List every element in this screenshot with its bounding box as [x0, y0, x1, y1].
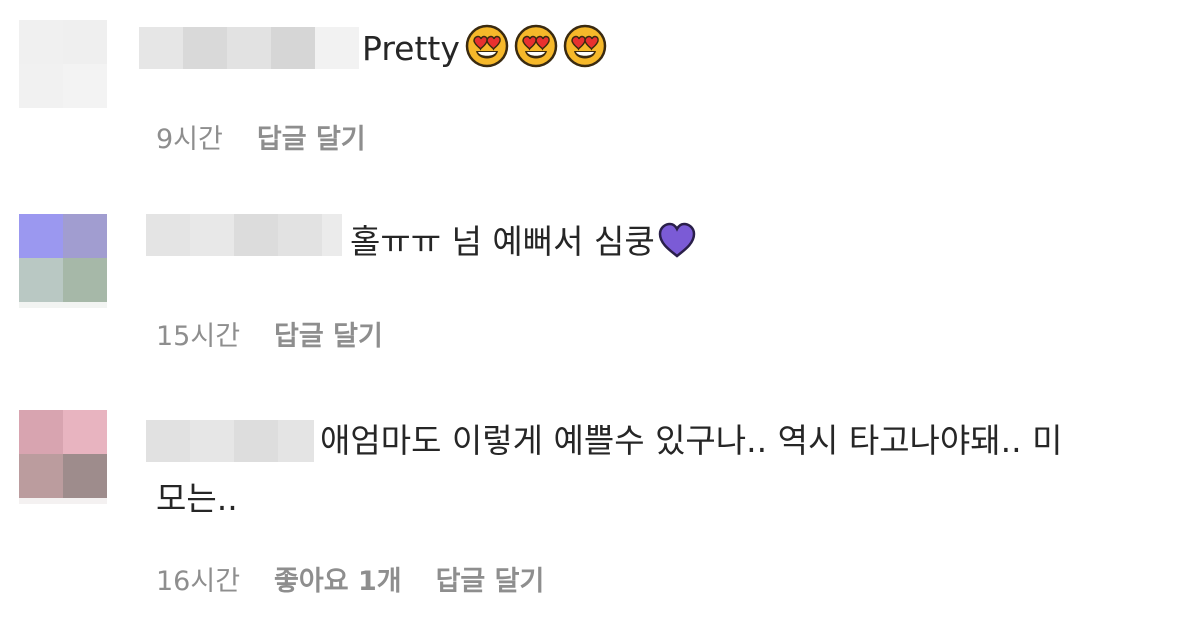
username-blurred[interactable]	[139, 27, 359, 69]
avatar-pixel	[63, 410, 107, 454]
avatar-shadow	[19, 498, 107, 504]
username-blurred[interactable]	[146, 214, 342, 256]
purple-heart-emoji-icon	[657, 221, 697, 259]
avatar-pixel	[63, 64, 107, 108]
avatar-pixel	[19, 20, 63, 64]
heart-eyes-emoji-icon	[563, 24, 607, 68]
timestamp[interactable]: 15시간	[156, 314, 240, 353]
avatar-pixel	[19, 64, 63, 108]
avatar-pixel	[63, 454, 107, 498]
comment-text-line2: 모는..	[156, 479, 238, 518]
avatar-pixel	[63, 20, 107, 64]
likes-count[interactable]: 좋아요 1개	[274, 559, 402, 598]
avatar[interactable]	[19, 410, 107, 504]
comment-meta: 15시간 답글 달기	[156, 314, 383, 353]
avatar-pixel	[63, 258, 107, 302]
heart-eyes-emoji-icon	[514, 24, 558, 68]
reply-button[interactable]: 답글 달기	[257, 117, 366, 156]
avatar-pixel	[63, 214, 107, 258]
reply-button[interactable]: 답글 달기	[274, 314, 383, 353]
timestamp[interactable]: 16시간	[156, 559, 240, 598]
avatar-pixel	[19, 410, 63, 454]
comment-text-body: Pretty	[362, 29, 460, 68]
avatar-pixel	[19, 214, 63, 258]
avatar[interactable]	[19, 20, 107, 108]
timestamp[interactable]: 9시간	[156, 117, 223, 156]
comment-text-line1: 애엄마도 이렇게 예쁠수 있구나.. 역시 타고나야돼.. 미	[320, 421, 1063, 460]
comment-text-body: 홀ㅠㅠ 넘 예뻐서 심쿵	[350, 222, 655, 261]
avatar-pixel	[19, 454, 63, 498]
heart-eyes-emoji-icon	[465, 24, 509, 68]
avatar-pixel	[19, 258, 63, 302]
comment-text: Pretty	[362, 20, 607, 78]
comment-meta: 9시간 답글 달기	[156, 117, 366, 156]
comment-text: 홀ㅠㅠ 넘 예뻐서 심쿵	[350, 213, 697, 271]
reply-button[interactable]: 답글 달기	[436, 559, 545, 598]
avatar[interactable]	[19, 214, 107, 308]
comment-text: 애엄마도 이렇게 예쁠수 있구나.. 역시 타고나야돼.. 미 모는..	[156, 412, 1196, 528]
comment-meta: 16시간 좋아요 1개 답글 달기	[156, 559, 544, 598]
avatar-shadow	[19, 302, 107, 308]
